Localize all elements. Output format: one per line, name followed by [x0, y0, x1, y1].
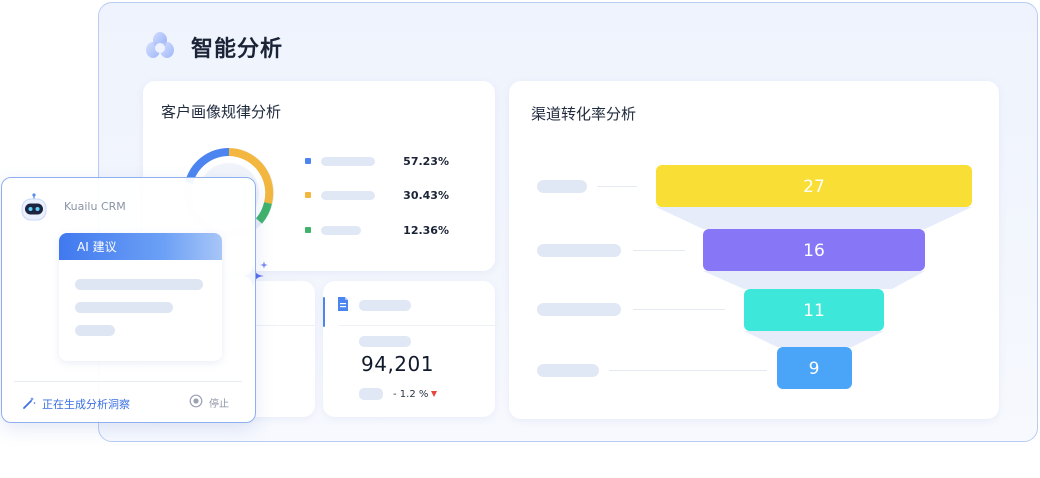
funnel-connector: [744, 331, 884, 347]
divider: [14, 381, 242, 382]
magic-wand-icon: [23, 397, 36, 409]
legend-placeholder: [321, 156, 375, 166]
funnel-guide-line: [597, 186, 637, 187]
page-title: 智能分析: [191, 37, 284, 62]
stop-icon[interactable]: [189, 394, 203, 408]
triangle-down-icon: [431, 391, 437, 397]
funnel-value: 9: [808, 359, 820, 379]
funnel-guide-line: [609, 370, 767, 371]
legend-placeholder: [321, 225, 361, 235]
change-placeholder: [359, 388, 383, 400]
funnel-connector: [703, 271, 925, 289]
funnel-label-placeholder: [537, 303, 621, 316]
ai-assistant-panel[interactable]: Kuailu CRM AI 建议 正在生成分析洞察 停止: [1, 177, 256, 423]
funnel-connector: [656, 207, 972, 229]
label-placeholder: [359, 336, 411, 347]
stop-button[interactable]: 停止: [209, 395, 229, 410]
funnel-value: 27: [803, 177, 825, 197]
flower-logo-icon: [146, 32, 174, 58]
legend-row: 57.23%: [305, 154, 495, 168]
document-icon: [338, 297, 348, 311]
legend-value: 12.36%: [403, 223, 449, 237]
legend-row: 12.36%: [305, 223, 495, 237]
funnel-label-placeholder: [537, 244, 621, 257]
legend-value: 30.43%: [403, 188, 449, 202]
funnel-label-placeholder: [537, 180, 587, 193]
portrait-card-title: 客户画像规律分析: [161, 103, 282, 121]
funnel-value: 16: [803, 241, 825, 261]
text-line-placeholder: [75, 302, 173, 313]
card-accent-bar: [323, 297, 325, 327]
generation-status: 正在生成分析洞察: [42, 398, 130, 411]
legend-placeholder: [321, 190, 375, 200]
funnel-label-placeholder: [537, 364, 599, 377]
legend-value: 57.23%: [403, 154, 449, 168]
divider: [339, 325, 495, 326]
robot-avatar-icon: [21, 193, 47, 221]
stage: 智能分析 客户画像规律分析 57.23% 30.43% 12.36% 94,20…: [0, 0, 1040, 478]
metric-value: 94,201: [361, 352, 434, 376]
funnel-guide-line: [633, 250, 685, 251]
text-line-placeholder: [75, 325, 115, 336]
ai-suggestion-header: AI 建议: [59, 233, 222, 260]
legend-swatch: [305, 192, 311, 198]
legend-swatch: [305, 158, 311, 164]
brand-name: Kuailu CRM: [64, 200, 126, 213]
channel-conversion-card[interactable]: 渠道转化率分析 27 16 11 9: [509, 81, 999, 419]
legend-row: 30.43%: [305, 188, 495, 202]
panel-header: 智能分析: [143, 29, 283, 65]
funnel-value: 11: [803, 301, 825, 321]
donut-segment-green: [255, 201, 272, 224]
legend-swatch: [305, 227, 311, 233]
funnel-guide-line: [633, 309, 725, 310]
ai-suggestion-card[interactable]: AI 建议: [59, 233, 222, 361]
metric-card[interactable]: 94,201 - 1.2 %: [323, 281, 495, 417]
title-placeholder: [359, 300, 411, 311]
text-line-placeholder: [75, 279, 203, 290]
metric-change: - 1.2 %: [393, 389, 429, 400]
